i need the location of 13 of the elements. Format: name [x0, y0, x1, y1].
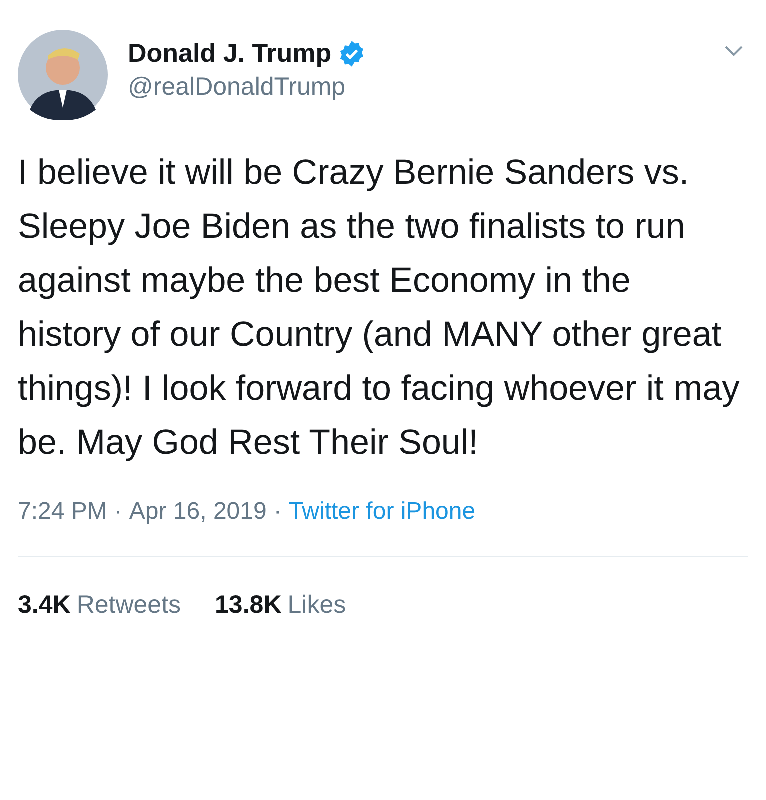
author-handle[interactable]: @realDonaldTrump — [128, 73, 724, 102]
stat-label[interactable]: Retweets — [76, 591, 182, 620]
separator-text: · — [274, 498, 282, 526]
stat-count: 3.4K — [18, 591, 71, 620]
timestamp-text: Apr 16, 2019 — [129, 498, 267, 526]
timestamp-text: 7:24 PM — [18, 498, 108, 526]
author-name[interactable]: Donald J. Trump — [128, 38, 332, 69]
stat-label[interactable]: Likes — [288, 591, 346, 620]
stat-count: 13.8K — [215, 591, 282, 620]
separator-text: · — [114, 498, 122, 526]
source-link[interactable]: Twitter for iPhone — [288, 498, 476, 526]
chevron-down-icon[interactable] — [724, 45, 744, 57]
tweet-text: I believe it will be Crazy Bernie Sanders vs. Sleepy Joe Biden as the two finalists to run against maybe the best Economy in the history of our Country (and MANY other great things)! I look forward to facing whoever it may be. May God Rest Their Soul! — [18, 152, 741, 464]
